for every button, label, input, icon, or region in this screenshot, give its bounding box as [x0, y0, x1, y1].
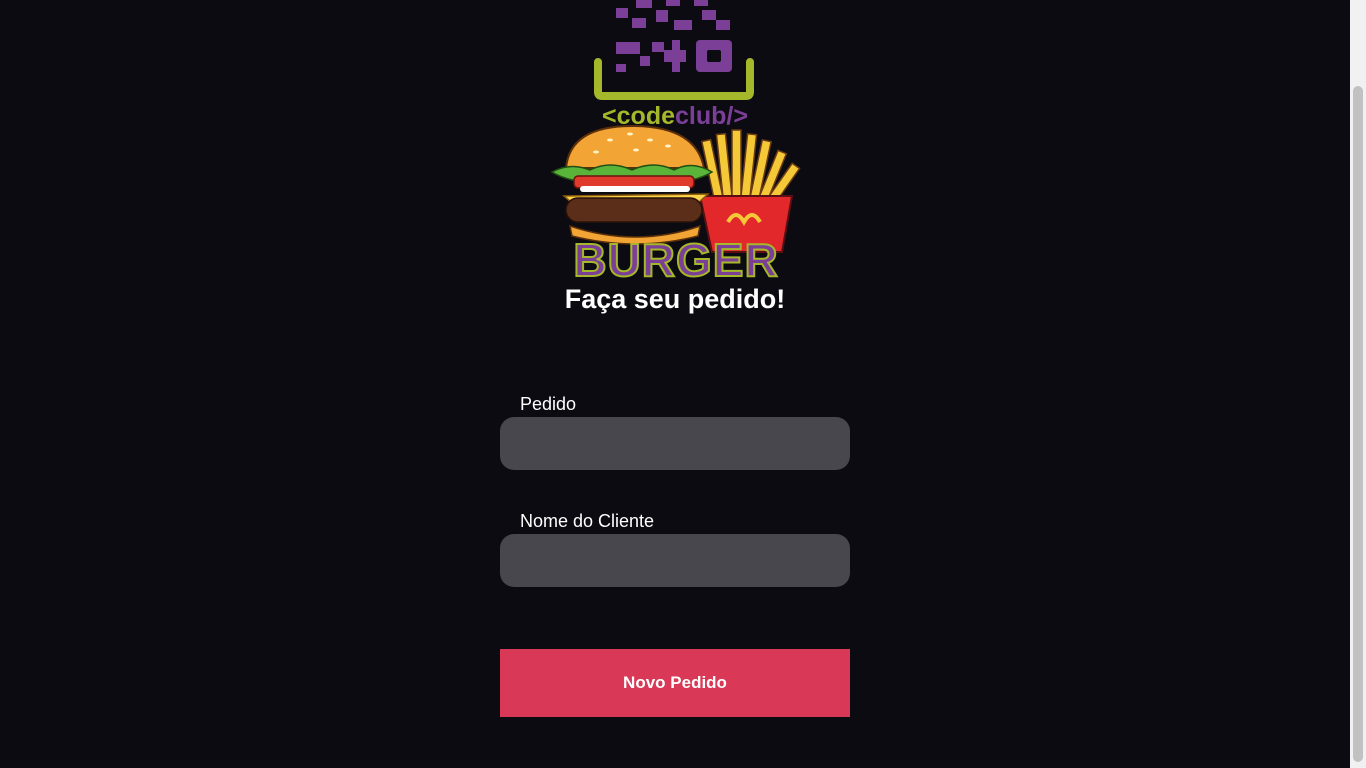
burger-icon: [550, 124, 714, 245]
codeclub-burger-logo: <codeclub/> BURGER: [550, 0, 801, 285]
scrollbar-thumb[interactable]: [1353, 86, 1363, 762]
order-label: Pedido: [520, 394, 577, 414]
page-title: Faça seu pedido!: [564, 284, 786, 314]
customer-name-label: Nome do Cliente: [520, 511, 655, 531]
page: <codeclub/> BURGER Faça seu pedido! Pedi…: [0, 0, 1350, 768]
new-order-button[interactable]: Novo Pedido: [500, 649, 850, 717]
vertical-scrollbar[interactable]: [1350, 0, 1366, 768]
customer-name-input[interactable]: [500, 534, 850, 587]
svg-text:BURGER: BURGER: [573, 234, 778, 285]
order-input[interactable]: [500, 417, 850, 470]
